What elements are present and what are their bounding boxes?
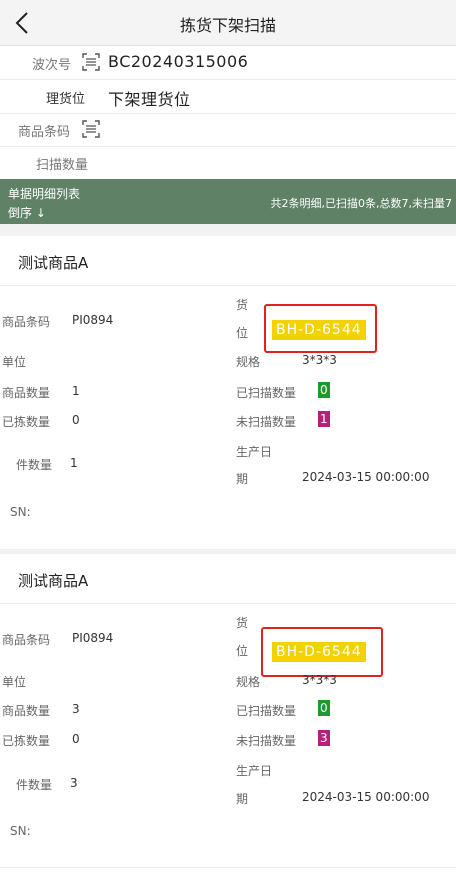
scanned-qty-label: 已扫描数量 [236, 386, 297, 400]
sn-label: SN: [10, 824, 31, 838]
divider [0, 867, 456, 868]
unscanned-qty-badge: 1 [318, 411, 330, 427]
item-name: 测试商品A [18, 254, 89, 272]
location-label: 货 [236, 298, 249, 312]
location-highlight-box [264, 304, 377, 353]
detail-list-title: 单据明细列表 [8, 187, 81, 201]
barcode-scan-button[interactable] [82, 120, 100, 138]
barcode-value: PI0894 [72, 631, 114, 645]
unscanned-qty-badge: 3 [318, 730, 330, 746]
prod-date-value: 2024-03-15 00:00:00 [302, 790, 430, 804]
spec-value: 3*3*3 [302, 673, 337, 687]
scanned-qty-label: 已扫描数量 [236, 704, 297, 718]
detail-card: 测试商品A 商品条码 PI0894 货 位 BH-D-6544 单位 规格 3*… [0, 554, 456, 868]
divider [0, 285, 456, 286]
barcode-label: 商品条码 [18, 125, 71, 140]
barcode-value: PI0894 [72, 313, 114, 327]
prod-date-value: 2024-03-15 00:00:00 [302, 470, 430, 484]
goods-qty-value: 1 [72, 384, 80, 398]
top-nav-bar: 拣货下架扫描 [0, 0, 456, 46]
scan-qty-label: 扫描数量 [36, 158, 89, 173]
sn-label: SN: [10, 505, 31, 519]
divider [0, 603, 456, 604]
scan-icon [82, 53, 100, 71]
detail-summary: 共2条明细,已扫描0条,总数7,未扫量7 [270, 197, 452, 210]
spec-label: 规格 [236, 355, 261, 369]
goods-qty-label: 商品数量 [2, 386, 51, 400]
location-label: 位 [236, 326, 249, 340]
piece-qty-value: 3 [70, 776, 78, 790]
scanned-qty-badge: 0 [318, 700, 330, 716]
scanned-qty-badge: 0 [318, 382, 330, 398]
picked-qty-value: 0 [72, 732, 80, 746]
picked-qty-label: 已拣数量 [2, 734, 51, 748]
unit-label: 单位 [2, 675, 27, 689]
picked-qty-value: 0 [72, 413, 80, 427]
prod-date-label: 生产日 [236, 764, 273, 778]
page-title: 拣货下架扫描 [179, 16, 276, 35]
sort-order-toggle[interactable]: 倒序 ↓ [8, 204, 46, 221]
prod-date-label: 期 [236, 792, 249, 806]
unscanned-qty-label: 未扫描数量 [236, 415, 297, 429]
goods-qty-value: 3 [72, 702, 80, 716]
picked-qty-label: 已拣数量 [2, 415, 51, 429]
detail-card: 测试商品A 商品条码 PI0894 货 位 BH-D-6544 单位 规格 3*… [0, 236, 456, 550]
location-row: 理货位 下架理货位 [0, 80, 456, 114]
wave-number-label: 波次号 [32, 58, 72, 73]
barcode-row: 商品条码 [0, 113, 456, 147]
prod-date-label: 期 [236, 472, 249, 486]
scan-qty-row: 扫描数量 [0, 146, 456, 180]
wave-scan-button[interactable] [82, 53, 100, 71]
detail-list-header: 单据明细列表 倒序 ↓ 共2条明细,已扫描0条,总数7,未扫量7 [0, 179, 456, 224]
piece-qty-label: 件数量 [16, 458, 53, 472]
unit-label: 单位 [2, 355, 27, 369]
location-label: 位 [236, 644, 249, 658]
location-label: 理货位 [46, 92, 86, 107]
wave-number-input[interactable]: BC20240315006 [108, 52, 248, 71]
spec-label: 规格 [236, 675, 261, 689]
piece-qty-label: 件数量 [16, 778, 53, 792]
location-value[interactable]: 下架理货位 [108, 86, 191, 110]
location-highlight-box [261, 627, 383, 677]
barcode-label: 商品条码 [2, 633, 51, 647]
unscanned-qty-label: 未扫描数量 [236, 734, 297, 748]
scan-icon [82, 120, 100, 138]
location-label: 货 [236, 616, 249, 630]
section-gap [0, 224, 456, 236]
goods-qty-label: 商品数量 [2, 704, 51, 718]
wave-number-row: 波次号 BC20240315006 [0, 46, 456, 80]
piece-qty-value: 1 [70, 456, 78, 470]
item-name: 测试商品A [18, 572, 89, 590]
prod-date-label: 生产日 [236, 445, 273, 459]
barcode-label: 商品条码 [2, 315, 51, 329]
spec-value: 3*3*3 [302, 353, 337, 367]
